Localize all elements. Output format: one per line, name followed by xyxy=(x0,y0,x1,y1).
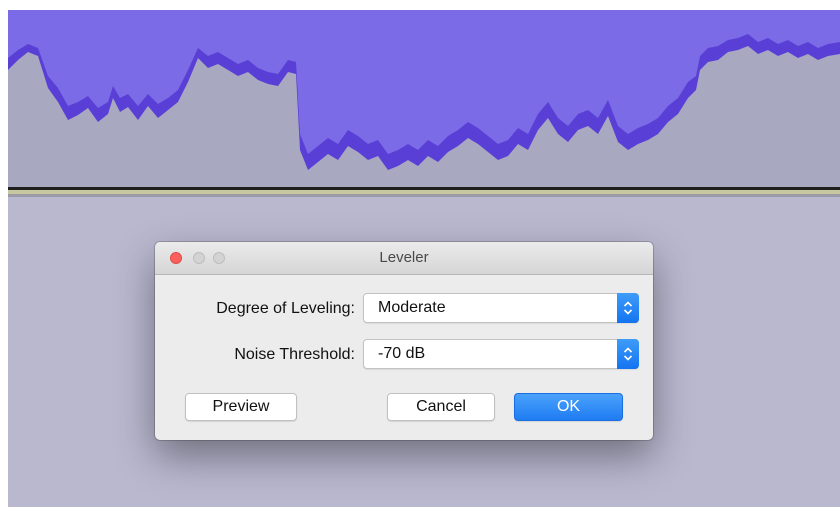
degree-of-leveling-label: Degree of Leveling: xyxy=(216,300,355,317)
waveform-body xyxy=(8,10,840,154)
dialog-title: Leveler xyxy=(379,249,429,266)
noise-threshold-label: Noise Threshold: xyxy=(234,346,355,363)
degree-of-leveling-select[interactable]: Moderate xyxy=(363,293,639,323)
left-edge xyxy=(0,0,8,507)
waveform-graphic xyxy=(8,10,840,170)
noise-threshold-value: -70 dB xyxy=(378,345,426,362)
ok-button[interactable]: OK xyxy=(514,393,623,421)
up-down-chevron-icon[interactable] xyxy=(617,293,639,323)
dialog-titlebar[interactable]: Leveler xyxy=(155,242,653,275)
chevron-graphic xyxy=(623,347,633,361)
audacity-window: Leveler Degree of Leveling: Moderate Noi… xyxy=(0,0,840,507)
cancel-button[interactable]: Cancel xyxy=(387,393,495,421)
up-down-chevron-icon[interactable] xyxy=(617,339,639,369)
audio-waveform[interactable] xyxy=(8,10,840,187)
preview-button[interactable]: Preview xyxy=(185,393,297,421)
chevron-graphic xyxy=(623,301,633,315)
degree-of-leveling-value: Moderate xyxy=(378,299,446,316)
noise-threshold-select[interactable]: -70 dB xyxy=(363,339,639,369)
leveler-dialog: Leveler Degree of Leveling: Moderate Noi… xyxy=(155,242,653,440)
